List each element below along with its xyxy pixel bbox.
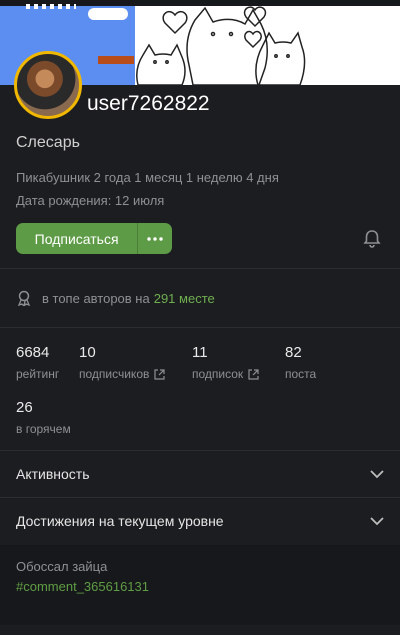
comment-link[interactable]: #comment_365616131 <box>16 579 149 594</box>
stat-label: рейтинг <box>16 367 60 381</box>
activity-section[interactable]: Активность <box>0 451 400 497</box>
profile-status: Слесарь <box>16 134 80 151</box>
subscribe-button[interactable]: Подписаться <box>16 223 137 254</box>
top-authors-rank[interactable]: 291 месте <box>154 291 215 306</box>
chevron-down-icon <box>370 517 384 526</box>
banner-cloud <box>88 8 128 20</box>
medal-icon <box>17 290 31 306</box>
more-dots-icon <box>147 236 163 241</box>
activity-label: Активность <box>16 466 90 482</box>
top-authors-row: в топе авторов на 291 месте <box>16 290 215 306</box>
stat-value: 11 <box>192 344 208 361</box>
comment-text: Обоссал зайца <box>16 559 108 574</box>
stat-hot[interactable]: 26 в горячем <box>16 399 71 436</box>
external-link-icon <box>248 368 259 380</box>
banner-coins <box>26 4 76 9</box>
stat-subscribers[interactable]: 10 подписчиков <box>79 344 165 381</box>
external-link-icon <box>154 368 165 380</box>
achievements-section[interactable]: Достижения на текущем уровне <box>0 498 400 544</box>
avatar[interactable] <box>14 51 82 119</box>
subscribe-button-group: Подписаться <box>16 223 172 254</box>
stat-posts[interactable]: 82 поста <box>285 344 316 381</box>
stat-label: подписок <box>192 367 244 381</box>
stat-label: поста <box>285 367 317 381</box>
stat-value: 82 <box>285 344 302 361</box>
stat-rating: 6684 рейтинг <box>16 344 59 381</box>
divider <box>0 327 400 328</box>
divider <box>0 268 400 269</box>
bell-icon[interactable] <box>362 229 382 249</box>
top-authors-text: в топе авторов на <box>42 290 150 306</box>
pinned-comment: Обоссал зайца #comment_365616131 <box>0 545 400 625</box>
stat-value: 6684 <box>16 344 50 361</box>
chevron-down-icon <box>370 470 384 479</box>
banner-brick <box>98 56 134 64</box>
stat-value: 26 <box>16 399 33 416</box>
stat-label: в горячем <box>16 422 71 436</box>
username: user7262822 <box>87 92 210 115</box>
achievements-label: Достижения на текущем уровне <box>16 513 224 529</box>
banner-cats-drawing <box>136 6 306 85</box>
stat-label: подписчиков <box>79 367 150 381</box>
stat-value: 10 <box>79 344 96 361</box>
more-actions-button[interactable] <box>137 223 172 254</box>
birthday: Дата рождения: 12 июля <box>16 193 165 208</box>
stat-subscriptions[interactable]: 11 подписок <box>192 344 259 381</box>
member-since: Пикабушник 2 года 1 месяц 1 неделю 4 дня <box>16 170 279 185</box>
